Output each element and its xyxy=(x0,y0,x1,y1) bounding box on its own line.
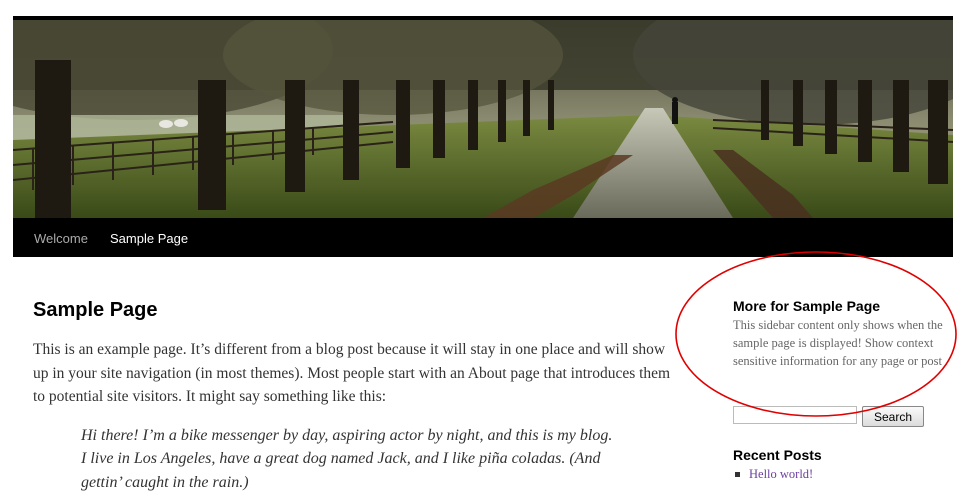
nav-item-welcome[interactable]: Welcome xyxy=(34,218,88,257)
intro-paragraph: This is an example page. It’s different … xyxy=(33,338,673,409)
main-content: Sample Page This is an example page. It’… xyxy=(33,296,673,494)
list-item: Hello world! xyxy=(733,466,813,482)
nav-item-sample-page[interactable]: Sample Page xyxy=(110,218,188,257)
widget-text: This sidebar content only shows when the… xyxy=(733,316,943,370)
widget-title: More for Sample Page xyxy=(733,298,943,314)
sidebar-context-widget: More for Sample Page This sidebar conten… xyxy=(733,298,943,370)
blockquote: Hi there! I’m a bike messenger by day, a… xyxy=(81,424,621,494)
recent-posts-list: Hello world! xyxy=(733,466,813,482)
bullet-icon xyxy=(735,472,740,477)
search-input[interactable] xyxy=(733,406,857,424)
header-image xyxy=(13,20,953,218)
recent-post-link[interactable]: Hello world! xyxy=(749,467,813,481)
search-button[interactable]: Search xyxy=(862,406,924,427)
main-navigation: Welcome Sample Page xyxy=(13,218,953,257)
page-title: Sample Page xyxy=(33,296,673,324)
recent-posts-title: Recent Posts xyxy=(733,447,822,463)
